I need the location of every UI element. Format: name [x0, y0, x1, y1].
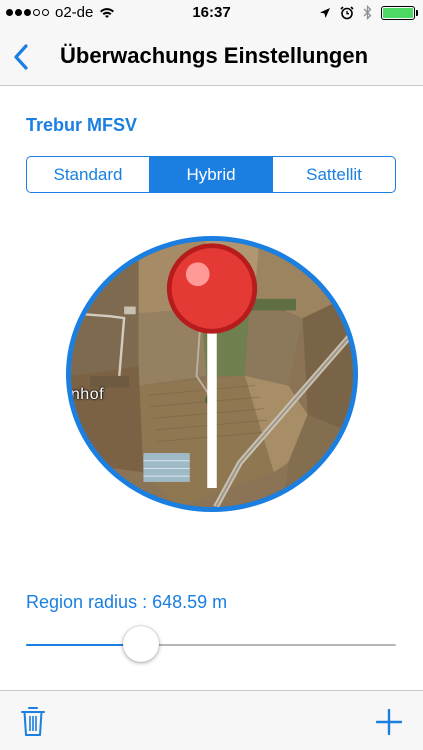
plus-icon[interactable] — [376, 709, 402, 735]
bottom-toolbar — [0, 690, 423, 750]
bluetooth-icon — [363, 5, 372, 20]
navigation-bar: Überwachungs Einstellungen — [0, 28, 423, 86]
back-button[interactable] — [10, 42, 34, 72]
location-name: Trebur MFSV — [26, 115, 138, 135]
segment-satellite[interactable]: Sattellit — [272, 157, 395, 192]
location-arrow-icon — [320, 7, 330, 18]
trash-icon[interactable] — [20, 705, 46, 737]
segment-standard[interactable]: Standard — [27, 157, 149, 192]
region-radius-label: Region radius : 648.59 m — [26, 592, 228, 612]
status-bar: o2-de 16:37 — [0, 0, 423, 28]
map-view[interactable]: kenhof — [66, 236, 358, 512]
battery-icon — [381, 5, 418, 20]
segment-hybrid[interactable]: Hybrid — [149, 157, 272, 192]
status-right — [319, 5, 418, 20]
region-radius-slider[interactable] — [26, 625, 396, 665]
page-title: Überwachungs Einstellungen — [60, 43, 369, 68]
alarm-icon — [340, 5, 354, 19]
slider-thumb[interactable] — [122, 626, 159, 662]
map-pin-icon[interactable] — [71, 241, 353, 507]
map-type-segmented-control: Standard Hybrid Sattellit — [26, 156, 396, 193]
